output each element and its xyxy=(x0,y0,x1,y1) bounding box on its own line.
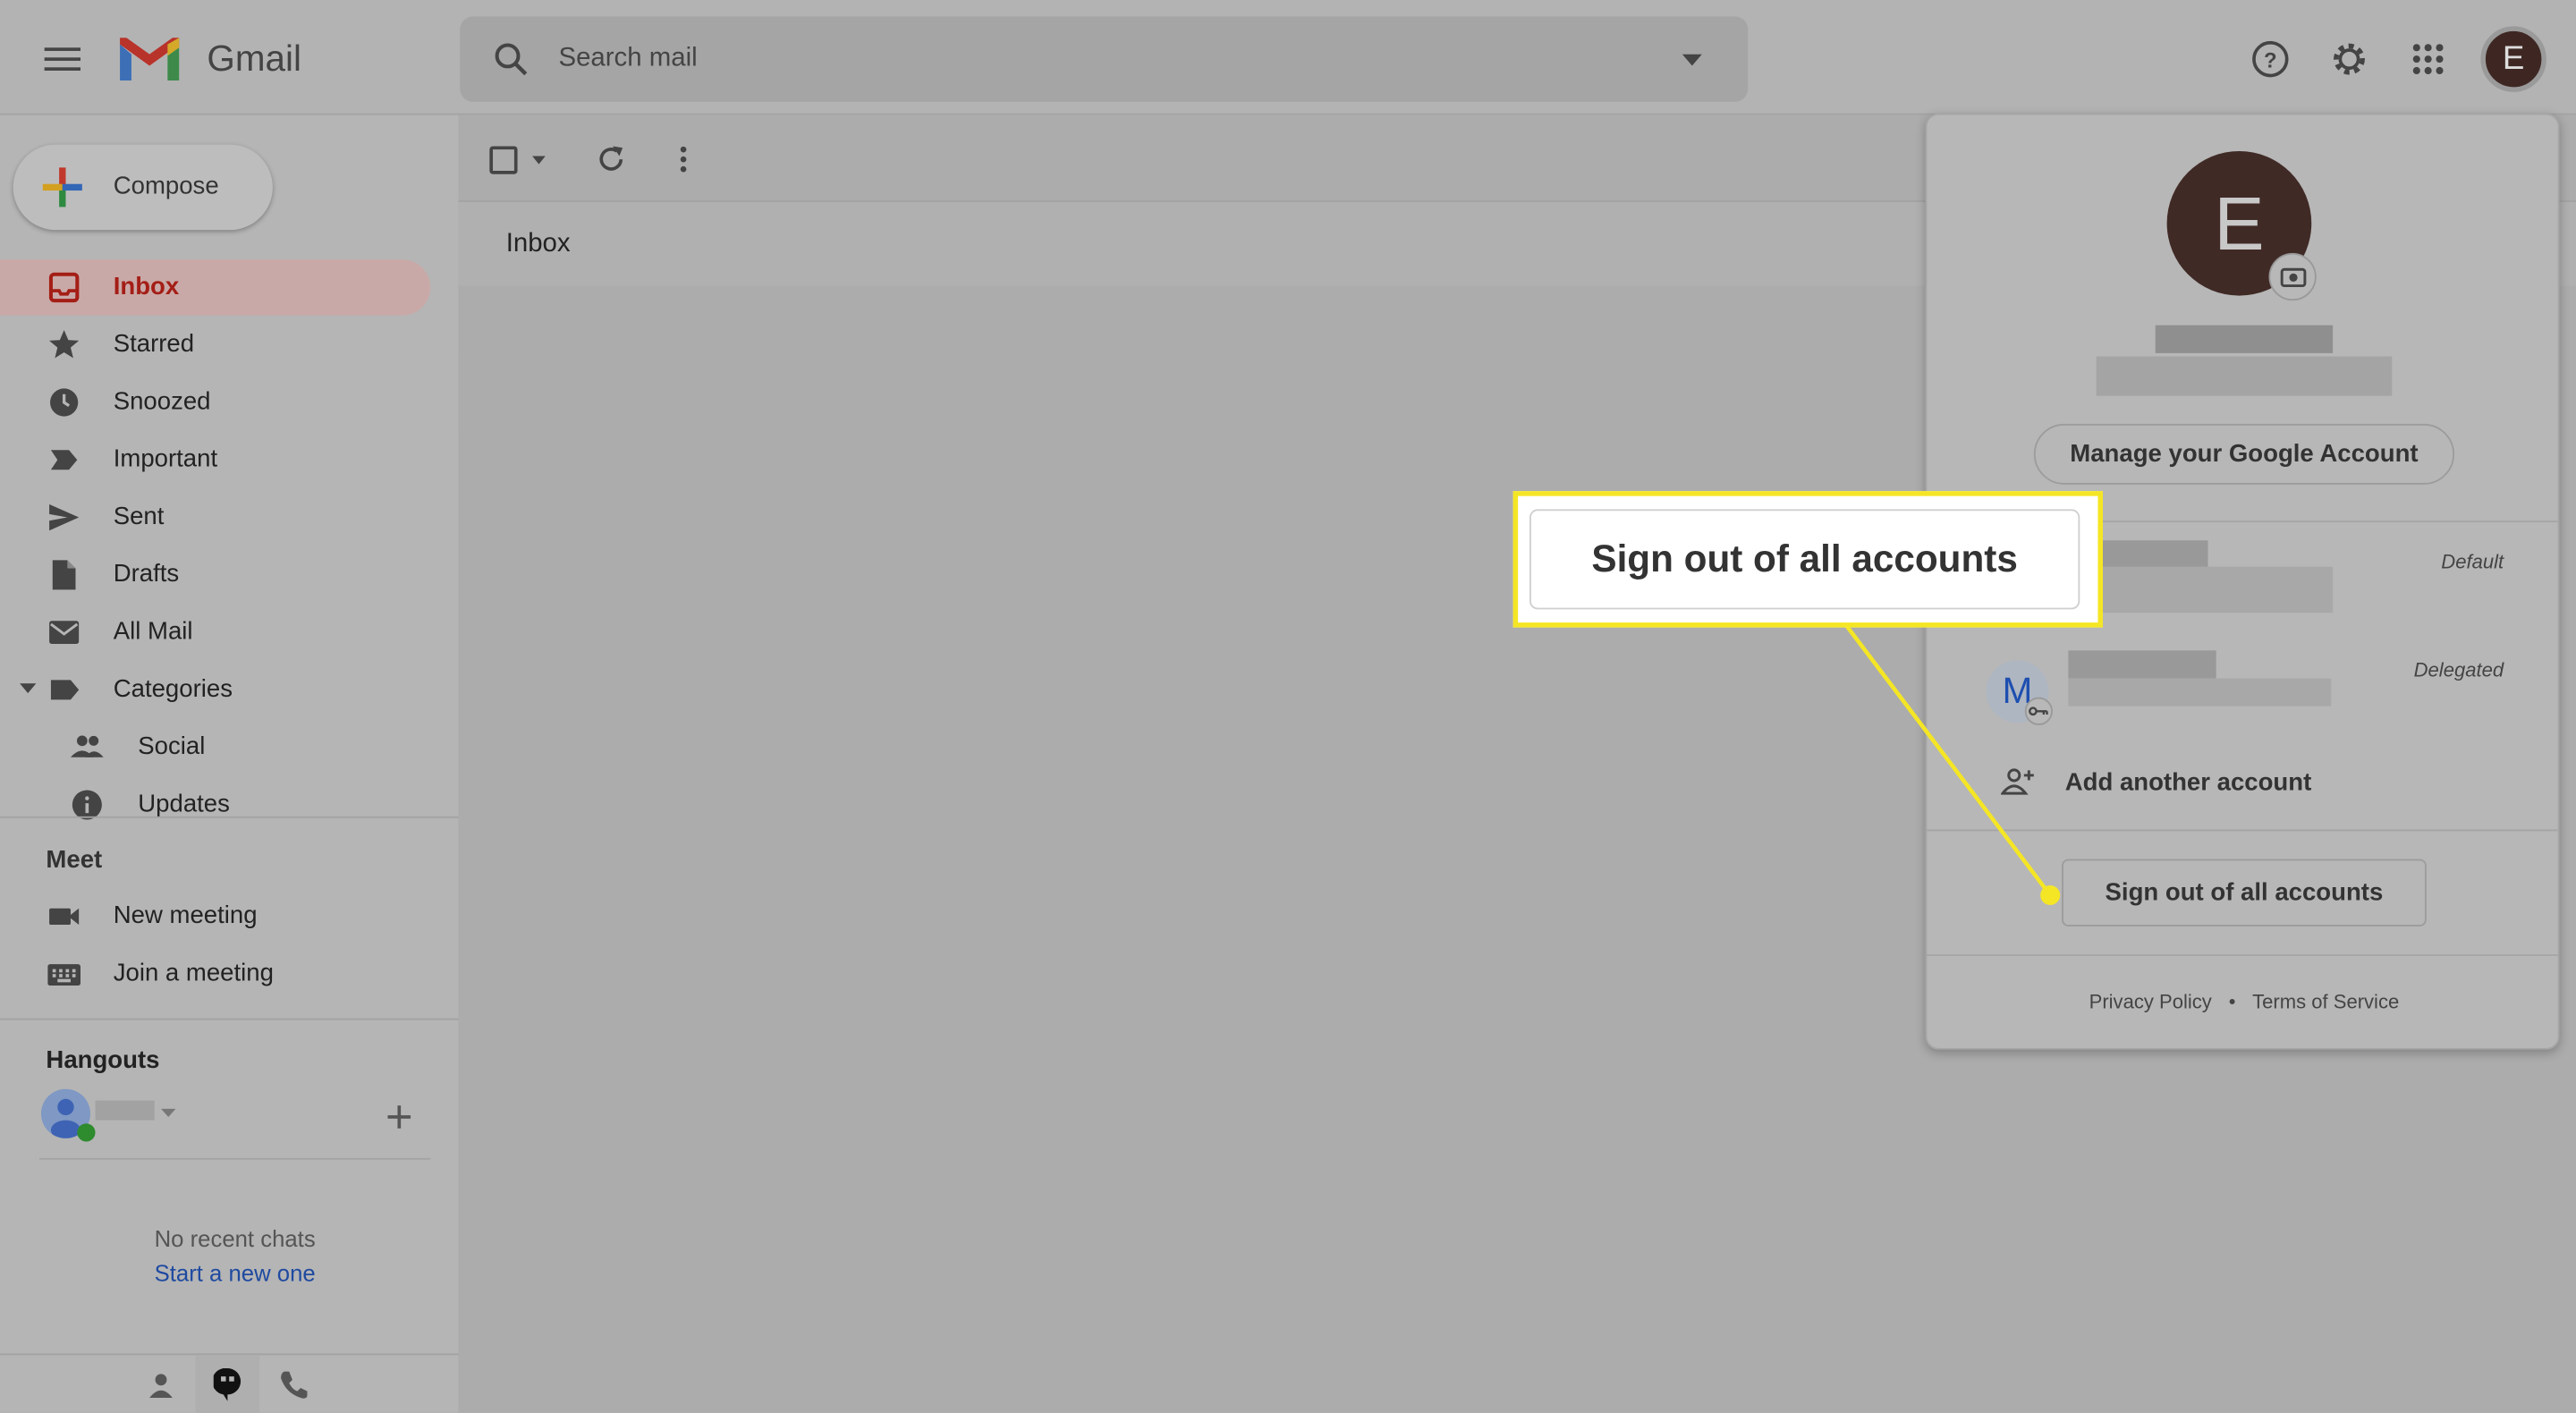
new-meeting-item[interactable]: New meeting xyxy=(0,889,430,944)
sidebar-item-label: Drafts xyxy=(113,560,180,588)
inbox-icon xyxy=(48,272,80,303)
hangouts-heading: Hangouts xyxy=(46,1045,160,1075)
redacted-email xyxy=(2096,356,2393,396)
compose-label: Compose xyxy=(113,172,219,201)
redacted-account-email xyxy=(2102,566,2334,613)
status-dropdown-icon[interactable] xyxy=(160,1108,176,1117)
sidebar-item-label: Starred xyxy=(113,330,195,359)
divider xyxy=(0,816,459,818)
label-icon xyxy=(50,680,80,700)
sign-out-all-button[interactable]: Sign out of all accounts xyxy=(2062,859,2427,926)
phone-icon[interactable] xyxy=(279,1370,309,1400)
mail-icon xyxy=(49,621,80,644)
sidebar-item-label: Updates xyxy=(138,790,230,818)
divider xyxy=(1927,954,2558,956)
search-bar[interactable]: Search mail xyxy=(460,16,1749,102)
callout-text: Sign out of all accounts xyxy=(1529,509,2080,610)
main-menu-icon[interactable] xyxy=(43,43,82,76)
divider xyxy=(39,1157,431,1160)
manage-google-account-button[interactable]: Manage your Google Account xyxy=(2033,423,2455,485)
select-dropdown-icon[interactable] xyxy=(532,156,546,165)
clock-icon xyxy=(50,388,79,417)
callout-box: Sign out of all accounts xyxy=(1513,491,2103,628)
privacy-policy-link[interactable]: Privacy Policy xyxy=(2089,991,2212,1014)
sidebar-item-all-mail[interactable]: All Mail xyxy=(0,605,430,660)
no-chats-text: No recent chats xyxy=(154,1225,316,1252)
select-all-checkbox[interactable] xyxy=(489,146,518,174)
sidebar-item-starred[interactable]: Starred xyxy=(0,317,430,372)
app-name: Gmail xyxy=(207,38,301,80)
online-status-dot xyxy=(77,1123,96,1142)
change-photo-camera-icon[interactable] xyxy=(2268,252,2317,301)
important-icon xyxy=(50,450,78,470)
sidebar-item-label: Snoozed xyxy=(113,387,211,416)
sidebar-item-label: Categories xyxy=(113,674,233,704)
start-new-chat-link[interactable]: Start a new one xyxy=(0,1260,470,1286)
compose-button[interactable]: Compose xyxy=(13,144,273,231)
add-account-label: Add another account xyxy=(2064,768,2312,797)
popup-footer: Privacy Policy • Terms of Service xyxy=(1927,991,2561,1014)
search-icon[interactable] xyxy=(493,41,529,77)
sidebar-item-important[interactable]: Important xyxy=(0,432,430,487)
account-row-delegated[interactable]: M Delegated xyxy=(1927,644,2561,734)
send-icon xyxy=(49,503,80,531)
add-another-account-button[interactable]: Add another account xyxy=(1927,752,2561,815)
add-person-icon xyxy=(2001,768,2034,795)
sidebar-item-updates[interactable]: Updates xyxy=(0,777,430,833)
collapse-arrow-icon[interactable] xyxy=(20,683,37,695)
sidebar-item-label: New meeting xyxy=(113,901,258,930)
contacts-icon[interactable] xyxy=(148,1370,174,1400)
search-options-icon[interactable] xyxy=(1679,49,1705,69)
top-bar: Gmail Search mail ? E xyxy=(0,0,2576,115)
sidebar-item-label: Important xyxy=(113,444,218,473)
sidebar-item-drafts[interactable]: Drafts xyxy=(0,547,430,603)
star-icon xyxy=(49,330,80,359)
sidebar-item-snoozed[interactable]: Snoozed xyxy=(0,375,430,430)
sidebar-item-label: Join a meeting xyxy=(113,959,274,987)
keyboard-icon xyxy=(47,964,80,986)
sidebar-item-label: All Mail xyxy=(113,617,193,646)
people-icon xyxy=(70,735,104,757)
hangouts-quote-icon xyxy=(213,1367,241,1401)
redacted-account-email xyxy=(2068,678,2332,706)
sidebar-item-categories[interactable]: Categories xyxy=(0,662,430,717)
join-meeting-item[interactable]: Join a meeting xyxy=(0,946,430,1002)
refresh-icon[interactable] xyxy=(595,143,628,176)
draft-icon xyxy=(52,560,76,590)
gmail-logo-icon[interactable] xyxy=(115,33,184,86)
more-options-icon[interactable] xyxy=(679,145,689,174)
svg-text:?: ? xyxy=(2264,48,2277,72)
delegated-badge: Delegated xyxy=(2413,658,2504,682)
redacted-username xyxy=(95,1100,155,1121)
sidebar-item-label: Social xyxy=(138,732,206,761)
account-avatar-button[interactable]: E xyxy=(2480,26,2546,92)
video-camera-icon xyxy=(49,908,80,926)
sidebar-item-label: Inbox xyxy=(113,272,180,301)
new-chat-plus-icon[interactable] xyxy=(387,1105,411,1129)
default-badge: Default xyxy=(2441,550,2504,574)
key-icon xyxy=(2024,697,2053,725)
divider xyxy=(1927,829,2558,832)
hangouts-tab[interactable] xyxy=(195,1355,260,1413)
redacted-account xyxy=(2068,650,2216,679)
divider xyxy=(0,1018,459,1020)
sidebar-item-sent[interactable]: Sent xyxy=(0,489,430,545)
redacted-name xyxy=(2155,325,2334,353)
sidebar: Compose Inbox Starred Snoozed Important … xyxy=(0,114,459,1413)
apps-grid-icon[interactable] xyxy=(2409,39,2448,79)
help-icon[interactable]: ? xyxy=(2250,39,2290,79)
settings-gear-icon[interactable] xyxy=(2329,39,2368,79)
tab-inbox[interactable]: Inbox xyxy=(506,230,571,259)
sidebar-item-inbox[interactable]: Inbox xyxy=(0,259,431,316)
meet-heading: Meet xyxy=(46,845,103,875)
terms-of-service-link[interactable]: Terms of Service xyxy=(2252,991,2399,1014)
sidebar-item-social[interactable]: Social xyxy=(0,719,430,774)
footer-separator: • xyxy=(2228,990,2236,1014)
plus-icon xyxy=(39,165,85,210)
search-input[interactable]: Search mail xyxy=(558,45,697,74)
sidebar-item-label: Sent xyxy=(113,503,165,531)
